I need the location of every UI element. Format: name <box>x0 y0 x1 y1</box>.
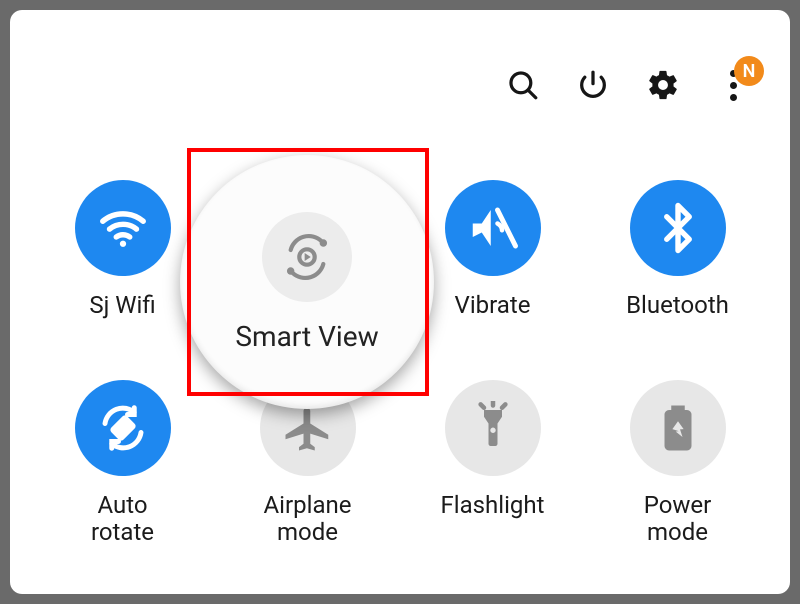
auto-rotate-toggle[interactable] <box>75 380 171 476</box>
power-mode-toggle[interactable] <box>630 380 726 476</box>
tile-label: Sj Wifi <box>89 292 155 320</box>
search-icon[interactable] <box>506 68 540 102</box>
tile-bluetooth: Bluetooth <box>585 180 770 320</box>
wifi-toggle[interactable] <box>75 180 171 276</box>
tile-label: Power mode <box>644 492 712 547</box>
vibrate-toggle[interactable] <box>445 180 541 276</box>
tile-flashlight: Flashlight <box>400 380 585 547</box>
tile-label: Auto rotate <box>91 492 154 547</box>
toolbar: N <box>506 68 750 102</box>
settings-icon[interactable] <box>646 68 680 102</box>
tile-auto-rotate: Auto rotate <box>30 380 215 547</box>
more-menu[interactable]: N <box>716 68 750 102</box>
zoom-lens-smart-view: Smart View <box>180 155 434 409</box>
notification-badge: N <box>734 56 764 86</box>
tile-label: Flashlight <box>441 492 545 520</box>
flashlight-toggle[interactable] <box>445 380 541 476</box>
power-icon[interactable] <box>576 68 610 102</box>
tile-label: Vibrate <box>455 292 531 320</box>
quick-settings-panel: N Sj Wifi Smart View Vibrate <box>10 10 790 594</box>
tile-label: Airplane mode <box>264 492 352 547</box>
bluetooth-toggle[interactable] <box>630 180 726 276</box>
tile-power-mode: Power mode <box>585 380 770 547</box>
zoom-lens-label: Smart View <box>235 320 378 353</box>
tile-label: Bluetooth <box>626 292 729 320</box>
smart-view-icon[interactable] <box>262 212 352 302</box>
